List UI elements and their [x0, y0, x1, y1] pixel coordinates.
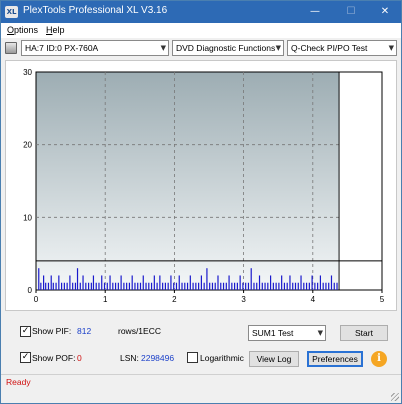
- test-select[interactable]: Q-Check PI/PO Test ▼: [287, 40, 397, 56]
- menu-options-mnemonic: O: [7, 25, 15, 35]
- app-window: XL PlexTools Professional XL V3.16 — ☐ ✕…: [0, 0, 402, 404]
- drive-icon: [5, 42, 17, 54]
- menu-options-label: ptions: [14, 25, 39, 35]
- show-pif-label: Show PIF:: [32, 326, 72, 336]
- lsn-label: LSN:: [120, 353, 139, 363]
- status-text: Ready: [6, 377, 31, 387]
- view-log-button[interactable]: View Log: [249, 351, 299, 367]
- menu-help[interactable]: Help: [46, 25, 65, 35]
- toolbar: HA:7 ID:0 PX-760A ▼ DVD Diagnostic Funct…: [1, 38, 401, 58]
- maximize-button[interactable]: ☐: [337, 1, 365, 23]
- x-tick-label: 4: [311, 295, 316, 304]
- menu-options[interactable]: Options: [7, 25, 38, 35]
- unused-region: [339, 72, 382, 290]
- menu-bar: Options Help: [1, 23, 401, 38]
- x-tick-label: 0: [34, 295, 39, 304]
- chevron-down-icon: ▼: [388, 44, 394, 52]
- x-tick-label: 3: [241, 295, 246, 304]
- start-button[interactable]: Start: [340, 325, 388, 341]
- preferences-button[interactable]: Preferences: [307, 351, 363, 367]
- show-pof-label: Show POF:: [32, 353, 76, 363]
- window-title: PlexTools Professional XL V3.16: [23, 5, 168, 16]
- plot-area: [35, 71, 383, 291]
- close-button[interactable]: ✕: [371, 1, 399, 23]
- y-tick-label: 30: [23, 68, 32, 77]
- minimize-button[interactable]: —: [301, 1, 329, 23]
- function-select-value: DVD Diagnostic Functions: [176, 43, 276, 53]
- test-select-value: Q-Check PI/PO Test: [291, 43, 368, 53]
- pif-value: 812: [77, 326, 92, 336]
- status-bar: Ready: [1, 374, 401, 403]
- x-tick-label: 2: [172, 295, 177, 304]
- y-tick-label: 0: [28, 286, 33, 295]
- pof-value: 0: [77, 353, 82, 363]
- lsn-value: 2298496: [141, 353, 175, 363]
- chevron-down-icon: ▼: [275, 44, 281, 52]
- test-mode-select[interactable]: SUM1 Test ▼: [248, 325, 326, 341]
- y-tick-label: 20: [23, 141, 32, 150]
- x-tick-label: 5: [380, 295, 385, 304]
- x-tick-label: 1: [103, 295, 108, 304]
- menu-help-label: elp: [52, 25, 65, 35]
- y-tick-label: 10: [23, 213, 32, 222]
- app-icon: XL: [5, 6, 18, 18]
- info-icon[interactable]: i: [371, 351, 387, 367]
- show-pif-checkbox[interactable]: ✓: [20, 326, 31, 337]
- drive-select[interactable]: HA:7 ID:0 PX-760A ▼: [21, 40, 169, 56]
- resize-grip[interactable]: [391, 393, 399, 401]
- pif-unit: rows/1ECC: [118, 326, 161, 336]
- logarithmic-label: Logarithmic: [200, 353, 244, 363]
- chevron-down-icon: ▼: [160, 44, 166, 52]
- function-select[interactable]: DVD Diagnostic Functions ▼: [172, 40, 284, 56]
- drive-select-value: HA:7 ID:0 PX-760A: [25, 43, 99, 53]
- chevron-down-icon: ▼: [317, 329, 323, 337]
- show-pof-checkbox[interactable]: ✓: [20, 352, 31, 363]
- title-bar[interactable]: XL PlexTools Professional XL V3.16 — ☐ ✕: [1, 1, 401, 23]
- logarithmic-checkbox[interactable]: [187, 352, 198, 363]
- test-mode-value: SUM1 Test: [252, 328, 294, 338]
- pif-chart: 0 1 2 3 4 5 0 10 20 30: [5, 60, 397, 311]
- chart-canvas: 0 1 2 3 4 5 0 10 20 30: [23, 68, 385, 304]
